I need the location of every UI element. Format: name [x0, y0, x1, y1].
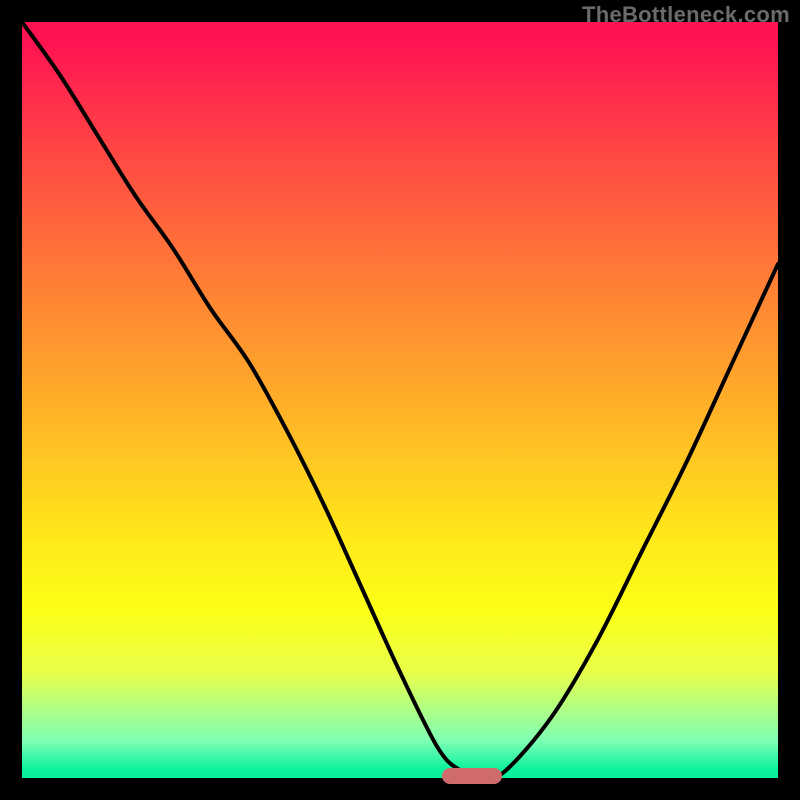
chart-plot-area [22, 22, 778, 778]
watermark-text: TheBottleneck.com [582, 2, 790, 28]
bottleneck-curve [22, 22, 778, 778]
optimal-range-marker [442, 768, 502, 784]
